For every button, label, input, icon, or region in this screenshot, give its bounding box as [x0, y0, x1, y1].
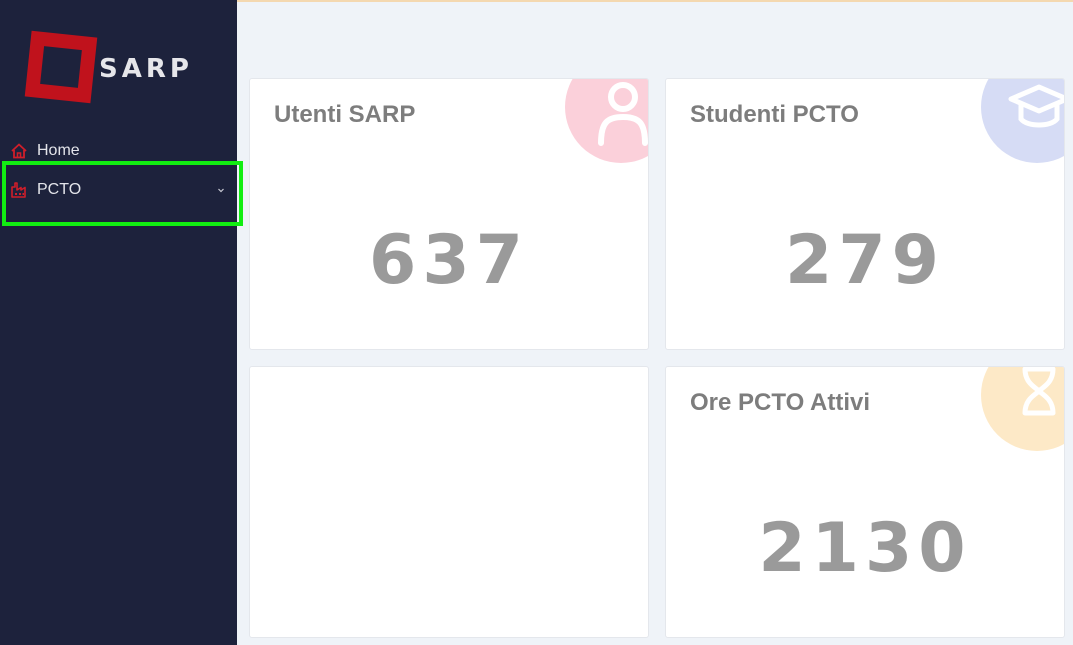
card-title: Studenti PCTO	[690, 101, 859, 128]
sidebar: SARP Home PCTO	[0, 0, 243, 645]
stat-card-studenti: Studenti PCTO 279	[665, 78, 1065, 350]
card-title: Utenti SARP	[274, 101, 416, 128]
logo[interactable]: SARP	[24, 28, 204, 108]
factory-icon	[10, 181, 28, 199]
sidebar-item-label: Home	[37, 142, 80, 159]
sidebar-item-home[interactable]: Home	[0, 136, 237, 166]
logo-text: SARP	[99, 54, 193, 84]
stat-card-utenti: Utenti SARP 637	[249, 78, 649, 350]
user-icon	[565, 79, 648, 163]
card-value: 637	[369, 221, 529, 300]
card-value: 279	[785, 221, 945, 300]
card-value: 2130	[758, 509, 972, 588]
logo-mark	[24, 30, 98, 104]
stat-card-ore: Ore PCTO Attivi 2130	[665, 366, 1065, 638]
sidebar-item-label: PCTO	[37, 181, 82, 198]
chevron-down-icon[interactable]	[214, 183, 228, 197]
sidebar-item-pcto[interactable]: PCTO	[0, 175, 237, 205]
card-title: Ore PCTO Attivi	[690, 389, 871, 416]
stat-card-empty	[249, 366, 649, 638]
hourglass-icon	[981, 367, 1064, 451]
graduation-cap-icon	[981, 79, 1064, 163]
home-icon	[10, 142, 28, 160]
